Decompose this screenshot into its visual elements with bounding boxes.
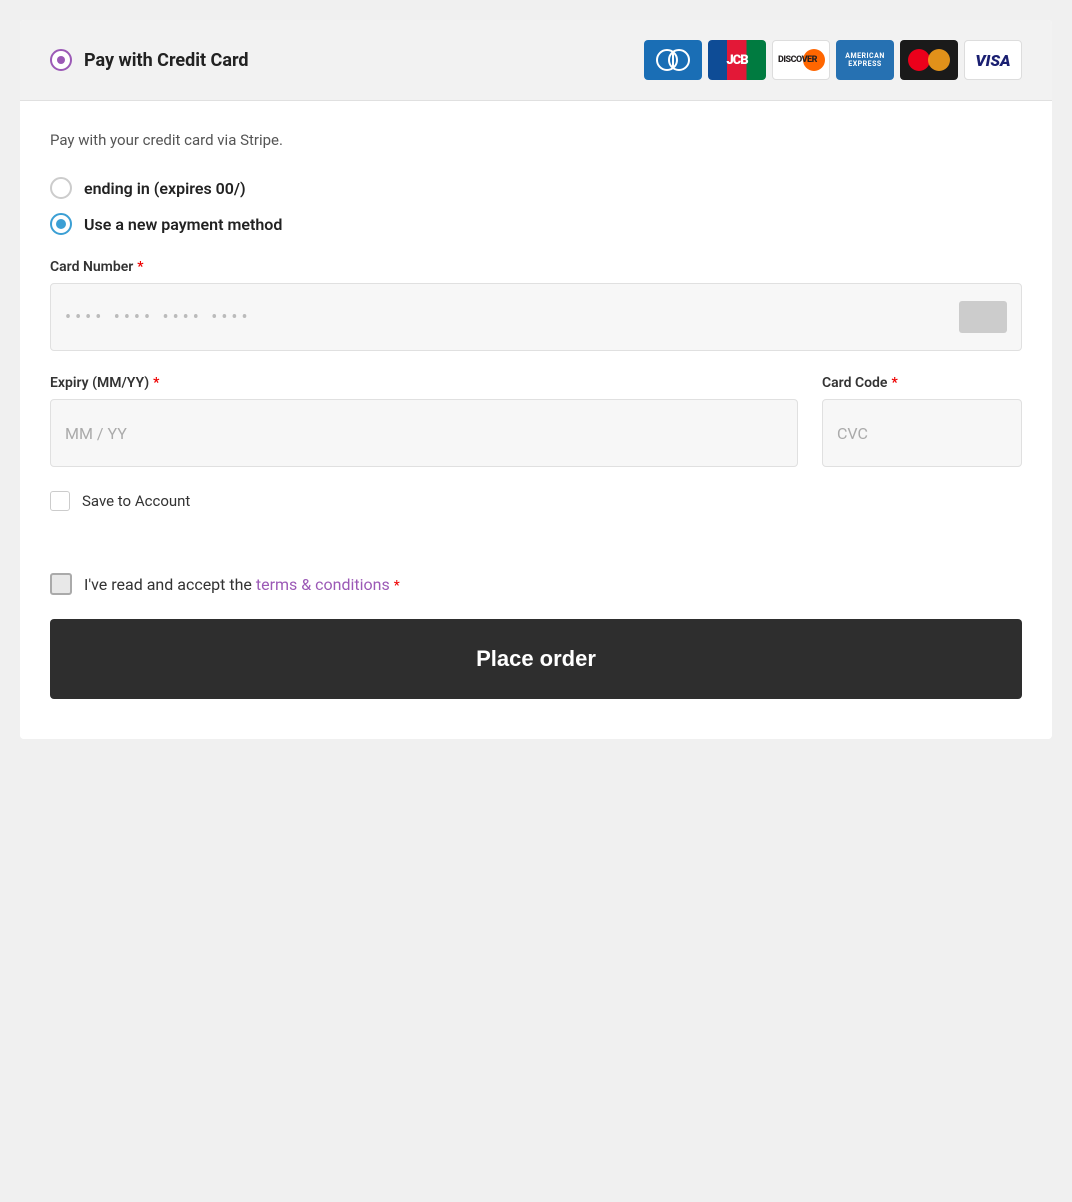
payment-header: Pay with Credit Card JCB DISCOVER [20,20,1052,101]
pay-credit-card-radio[interactable] [50,49,72,71]
card-type-icon [959,301,1007,333]
cvc-label-group: Card Code * [822,375,1022,391]
expiry-label-group: Expiry (MM/YY) * [50,375,798,391]
jcb-text: JCB [726,53,747,68]
payment-container: Pay with Credit Card JCB DISCOVER [20,20,1052,739]
terms-prefix: I've read and accept the [84,575,256,594]
new-payment-label: Use a new payment method [84,215,282,234]
cvc-input[interactable]: CVC [822,399,1022,467]
header-left: Pay with Credit Card [50,49,249,71]
visa-text: VISA [975,51,1010,70]
discover-text: DISCOVER [778,55,817,65]
card-number-field[interactable]: •••• •••• •••• •••• [50,283,1022,351]
expiry-placeholder: MM / YY [65,424,127,443]
expiry-input[interactable]: MM / YY [50,399,798,467]
mc-circle-red [908,49,930,71]
diners-logo [644,40,702,80]
terms-required: * [394,578,400,594]
existing-card-label: ending in (expires 00/) [84,179,246,198]
new-payment-radio[interactable] [50,213,72,235]
spacer [50,543,1022,573]
amex-text: AMERICANEXPRESS [845,52,885,69]
expiry-cvc-row: Expiry (MM/YY) * MM / YY Card Code * CVC [50,375,1022,467]
radio-selected-dot [57,56,65,64]
terms-checkbox[interactable] [50,573,72,595]
save-account-row[interactable]: Save to Account [50,491,1022,511]
cvc-group: Card Code * CVC [822,375,1022,467]
header-title: Pay with Credit Card [84,50,249,71]
new-payment-radio-dot [56,219,66,229]
place-order-label: Place order [476,646,596,672]
place-order-button[interactable]: Place order [50,619,1022,699]
terms-label: I've read and accept the terms & conditi… [84,575,400,594]
stripe-description: Pay with your credit card via Stripe. [50,131,1022,149]
main-content: Pay with your credit card via Stripe. en… [20,101,1052,739]
expiry-required: * [153,375,159,391]
jcb-logo: JCB [708,40,766,80]
cvc-required: * [891,375,897,391]
card-number-label: Card Number [50,259,133,275]
payment-form: Card Number * •••• •••• •••• •••• Expiry… [50,259,1022,511]
card-number-label-group: Card Number * [50,259,1022,275]
card-number-required: * [137,259,143,275]
amex-logo: AMERICANEXPRESS [836,40,894,80]
existing-card-option[interactable]: ending in (expires 00/) [50,177,1022,199]
expiry-label: Expiry (MM/YY) [50,375,149,391]
mastercard-logo [900,40,958,80]
card-number-placeholder: •••• •••• •••• •••• [65,307,252,328]
discover-logo: DISCOVER [772,40,830,80]
terms-link[interactable]: terms & conditions [256,575,390,594]
expiry-group: Expiry (MM/YY) * MM / YY [50,375,798,467]
visa-logo: VISA [964,40,1022,80]
card-logos-group: JCB DISCOVER AMERICANEXPRESS VISA [644,40,1022,80]
terms-row[interactable]: I've read and accept the terms & conditi… [50,573,1022,595]
save-account-checkbox[interactable] [50,491,70,511]
new-payment-option[interactable]: Use a new payment method [50,213,1022,235]
mc-circle-yellow [928,49,950,71]
cvc-placeholder: CVC [837,424,868,443]
cvc-label: Card Code [822,375,887,391]
existing-card-radio[interactable] [50,177,72,199]
save-account-label: Save to Account [82,492,190,510]
